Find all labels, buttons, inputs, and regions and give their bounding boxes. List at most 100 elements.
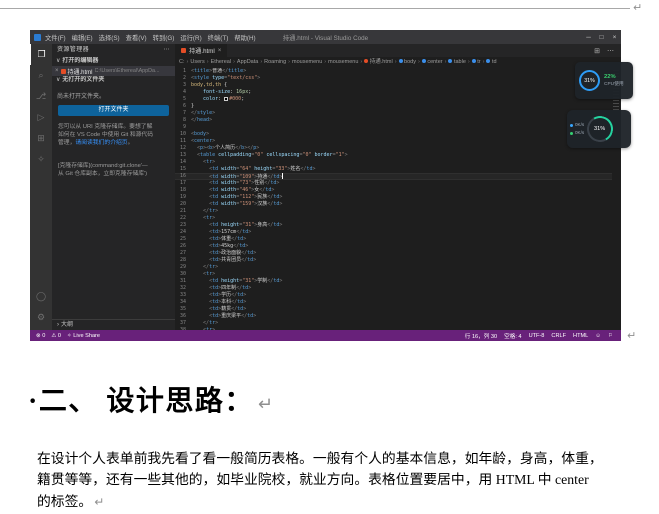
breadcrumb-item[interactable]: 持通.html [364,59,392,65]
code-line[interactable]: 11<center> [175,138,612,145]
more-actions-icon[interactable]: ⋯ [607,47,614,55]
code-line[interactable]: 33 <td>学历</td> [175,292,612,299]
code-line[interactable]: 28 <td>共青团员</td> [175,257,612,264]
maximize-button[interactable]: □ [595,34,608,41]
code-line[interactable]: 26 <td>45kg</td> [175,243,612,250]
code-line[interactable]: 19 <td width="112">民族</td> [175,194,612,201]
open-editors-section[interactable]: ∨打开的编辑器 [52,57,175,66]
code-line[interactable]: 2<style type="text/css"> [175,75,612,82]
feedback-icon[interactable]: ☺ [595,333,601,339]
breadcrumb-item[interactable]: AppData [237,59,258,65]
code-token: #000 [229,96,241,102]
account-icon[interactable]: ◯ [30,286,52,307]
source-control-icon[interactable]: ⎇ [30,86,52,107]
open-editor-entry[interactable]: × 持通.html C:\Users\Ethereal\AppDa... [52,66,175,76]
settings-gear-icon[interactable]: ⚙ [30,307,52,328]
minimize-button[interactable]: ─ [582,34,595,41]
code-line[interactable]: 34 <td>本科</td> [175,299,612,306]
code-text: font-size: 16px; [191,89,251,96]
code-line[interactable]: 6} [175,103,612,110]
code-line[interactable]: 21 </tr> [175,208,612,215]
code-line[interactable]: 30 <tr> [175,271,612,278]
breadcrumb-item[interactable]: table [448,59,465,65]
code-token: height [254,166,272,172]
breadcrumb-item[interactable]: Users [190,59,204,65]
code-line[interactable]: 29 </tr> [175,264,612,271]
code-line[interactable]: 8</head> [175,117,612,124]
live-share-icon[interactable]: ✧ [30,149,52,170]
extensions-icon[interactable]: ⊞ [30,128,52,149]
breadcrumb-item[interactable]: Ethereal [211,59,232,65]
code-line[interactable]: 16 <td width="109">持通</td> [175,173,612,180]
menu-item[interactable]: 选择(S) [99,33,120,42]
tab-active-file[interactable]: 持通.html × [175,44,227,57]
notifications-icon[interactable]: ⚐ [608,333,613,339]
live-share-status[interactable]: ✧ Live Share [67,333,100,339]
code-line[interactable]: 31 <td height="31">学制</td> [175,278,612,285]
warnings-indicator[interactable]: ⚠ 0 [51,333,61,339]
code-line[interactable]: 10<body> [175,131,612,138]
cursor-position[interactable]: 行 16，列 30 [465,332,497,340]
code-line[interactable]: 37 </tr> [175,320,612,327]
code-line[interactable]: 22 <tr> [175,215,612,222]
code-line[interactable]: 1<title>普通</title> [175,68,612,75]
more-actions-icon[interactable]: ⋯ [164,44,170,57]
menu-item[interactable]: 查看(V) [126,33,147,42]
split-editor-icon[interactable]: ⊞ [594,47,600,55]
code-line[interactable]: 15 <td width="64" height="33">姓名</td> [175,166,612,173]
code-line[interactable]: 14 <tr> [175,159,612,166]
menu-item[interactable]: 终端(T) [208,33,229,42]
open-folder-button[interactable]: 打开文件夹 [58,105,169,116]
outline-section[interactable]: ›大纲 [52,319,175,330]
code-line[interactable]: 12 <p><b>个人简历</b></p> [175,145,612,152]
breadcrumb-item[interactable]: C: [179,59,185,65]
code-line[interactable]: 27 <td>政治面貌</td> [175,250,612,257]
code-line[interactable]: 32 <td>四年制</td> [175,285,612,292]
code-line[interactable]: 23 <td height="31">身高</td> [175,222,612,229]
breadcrumb-item[interactable]: body [399,59,416,65]
docs-link[interactable]: 请阅读我们的介绍页 [75,140,127,146]
tab-close-icon[interactable]: × [218,47,222,54]
code-line[interactable]: 7</style> [175,110,612,117]
code-line[interactable]: 4 font-size: 16px; [175,89,612,96]
code-token: width [221,166,236,172]
cpu-monitor-overlay[interactable]: 31% 22% CPU使用 [575,62,633,99]
network-monitor-overlay[interactable]: 0K/s 0K/s 31% [567,110,631,148]
eol-status[interactable]: CRLF [551,333,566,339]
explorer-icon[interactable]: ❐ [30,44,52,65]
search-icon[interactable]: ⌕ [30,65,52,86]
code-token: > [312,166,315,172]
code-line[interactable]: 36 <td>重庆梁平</td> [175,313,612,320]
code-editor[interactable]: 1<title>普通</title>2<style type="text/css… [175,68,612,330]
run-debug-icon[interactable]: ▷ [30,107,52,128]
language-mode[interactable]: HTML [573,333,588,339]
code-line[interactable]: 9 [175,124,612,131]
encoding-status[interactable]: UTF-8 [529,333,545,339]
code-line[interactable]: 17 <td width="73">性别</td> [175,180,612,187]
menu-item[interactable]: 转到(G) [153,33,175,42]
code-line[interactable]: 35 <td>籍贯</td> [175,306,612,313]
minimap[interactable] [612,68,621,330]
breadcrumb-item[interactable]: td [486,59,496,65]
close-button[interactable]: × [608,34,621,41]
code-line[interactable]: 3body,td,th { [175,82,612,89]
menu-item[interactable]: 编辑(E) [72,33,93,42]
menu-item[interactable]: 运行(R) [180,33,201,42]
close-icon[interactable]: × [55,68,59,74]
no-folder-section[interactable]: ∨无打开的文件夹 [52,76,175,85]
breadcrumb-item[interactable]: Roaming [264,59,286,65]
menu-item[interactable]: 帮助(H) [234,33,255,42]
errors-indicator[interactable]: ⊗ 0 [36,333,45,339]
code-line[interactable]: 24 <td>157cm</td> [175,229,612,236]
breadcrumb-item[interactable]: mousemenu [328,59,358,65]
breadcrumb-item[interactable]: mousemenu [292,59,322,65]
code-line[interactable]: 20 <td width="159">汉族</td> [175,201,612,208]
code-line[interactable]: 5 color: #000; [175,96,612,103]
breadcrumb-item[interactable]: center [422,59,443,65]
menu-item[interactable]: 文件(F) [45,33,66,42]
indentation-status[interactable]: 空格: 4 [504,332,521,340]
code-line[interactable]: 18 <td width="46">女</td> [175,187,612,194]
code-line[interactable]: 13 <table cellpadding="0" cellspacing="0… [175,152,612,159]
breadcrumb-item[interactable]: tr [472,59,481,65]
code-line[interactable]: 25 <td>体重</td> [175,236,612,243]
